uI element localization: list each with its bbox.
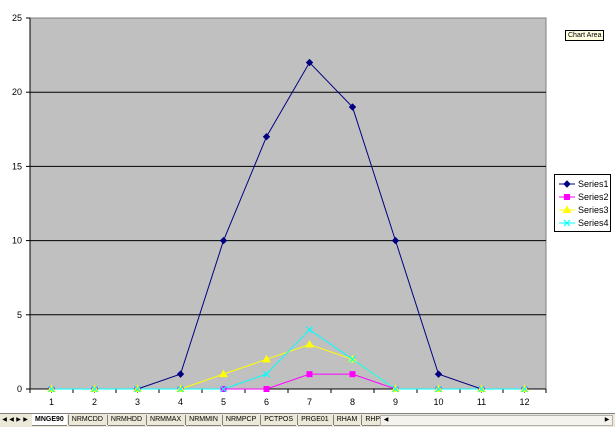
x-tick-label-2: 2 bbox=[92, 397, 97, 407]
legend-label-series1: Series1 bbox=[578, 179, 609, 189]
legend-label-series3: Series3 bbox=[578, 205, 609, 215]
chart-area[interactable]: 0 5 10 15 20 25 1 2 3 4 5 6 7 8 9 10 11 12 bbox=[0, 0, 615, 413]
legend-label-series4: Series4 bbox=[578, 218, 609, 228]
sheet-tab-nrmhdd[interactable]: NRMHDD bbox=[107, 414, 146, 426]
x-tick-label-10: 10 bbox=[433, 397, 443, 407]
x-tick-label-1: 1 bbox=[49, 397, 54, 407]
point-series2-6 bbox=[263, 386, 270, 392]
scroll-right-icon[interactable]: ▶ bbox=[602, 416, 612, 425]
sheet-tab-nrmcdd[interactable]: NRMCDD bbox=[68, 414, 106, 426]
tab-nav-arrows: ◀ ◀ ▶ ▶ bbox=[1, 415, 31, 426]
sheet-tab-rham[interactable]: RHAM bbox=[333, 414, 361, 426]
legend-item-series3: Series3 bbox=[558, 204, 610, 216]
legend-item-series2: Series2 bbox=[558, 191, 610, 203]
y-tick-label-0: 0 bbox=[17, 384, 22, 394]
scroll-left-icon[interactable]: ◀ bbox=[381, 416, 391, 425]
sheet-tab-pctpos[interactable]: PCTPOS bbox=[261, 414, 297, 426]
plot-area bbox=[29, 17, 547, 390]
y-tick-label-5: 5 bbox=[17, 310, 22, 320]
last-sheet-icon[interactable]: ▶ bbox=[22, 415, 29, 426]
y-tick-label-20: 20 bbox=[12, 87, 22, 97]
y-tick-label-15: 15 bbox=[12, 161, 22, 171]
line-chart: 05101520251 2 3 4 5 6 7 8 9 10 11 12 bbox=[12, 13, 547, 407]
point-series2-7 bbox=[306, 371, 313, 378]
legend-item-series4: Series4 bbox=[558, 217, 610, 229]
legend-marker-series1 bbox=[563, 180, 571, 188]
first-sheet-icon[interactable]: ◀ bbox=[1, 415, 8, 426]
sheet-tab-nrmpcp[interactable]: NRMPCP bbox=[222, 414, 260, 426]
legend-key-series2 bbox=[559, 194, 575, 200]
x-tick-label-3: 3 bbox=[135, 397, 140, 407]
legend-key-series3 bbox=[559, 205, 575, 213]
horizontal-scrollbar[interactable]: ◀ ▶ bbox=[380, 415, 613, 426]
sheet-tab-prge01[interactable]: PRGE01 bbox=[298, 414, 332, 426]
sheet-tab-bar: ◀ ◀ ▶ ▶ MNGE90 NRMCDD NRMHDD NRMMAX NRMMIN NR… bbox=[0, 413, 615, 427]
legend-key-series4 bbox=[559, 219, 575, 227]
x-tick-label-8: 8 bbox=[350, 397, 355, 407]
sheet-tab-mnge90[interactable]: MNGE90 bbox=[32, 414, 67, 426]
x-tick-label-6: 6 bbox=[264, 397, 269, 407]
x-tick-label-12: 12 bbox=[519, 397, 529, 407]
next-sheet-icon[interactable]: ▶ bbox=[15, 415, 22, 426]
x-tick-label-4: 4 bbox=[178, 397, 183, 407]
x-tick-label-11: 11 bbox=[477, 397, 486, 407]
legend-marker-series2 bbox=[564, 194, 570, 200]
x-tick-label-9: 9 bbox=[393, 397, 398, 407]
x-tick-label-5: 5 bbox=[221, 397, 226, 407]
point-series2-8 bbox=[349, 371, 356, 378]
prev-sheet-icon[interactable]: ◀ bbox=[8, 415, 15, 426]
y-tick-label-25: 25 bbox=[12, 13, 22, 23]
legend-item-series1: Series1 bbox=[558, 178, 610, 190]
sheet-tab-nrmmin[interactable]: NRMMIN bbox=[186, 414, 221, 426]
chart-legend[interactable]: Series1 Series2 Series3 Series4 bbox=[554, 174, 611, 232]
chart-area-tooltip: Chart Area bbox=[565, 30, 605, 41]
legend-key-series1 bbox=[559, 180, 575, 188]
legend-label-series2: Series2 bbox=[578, 192, 609, 202]
x-tick-label-7: 7 bbox=[307, 397, 312, 407]
y-tick-label-10: 10 bbox=[12, 236, 22, 246]
sheet-tab-nrmmax[interactable]: NRMMAX bbox=[147, 414, 185, 426]
